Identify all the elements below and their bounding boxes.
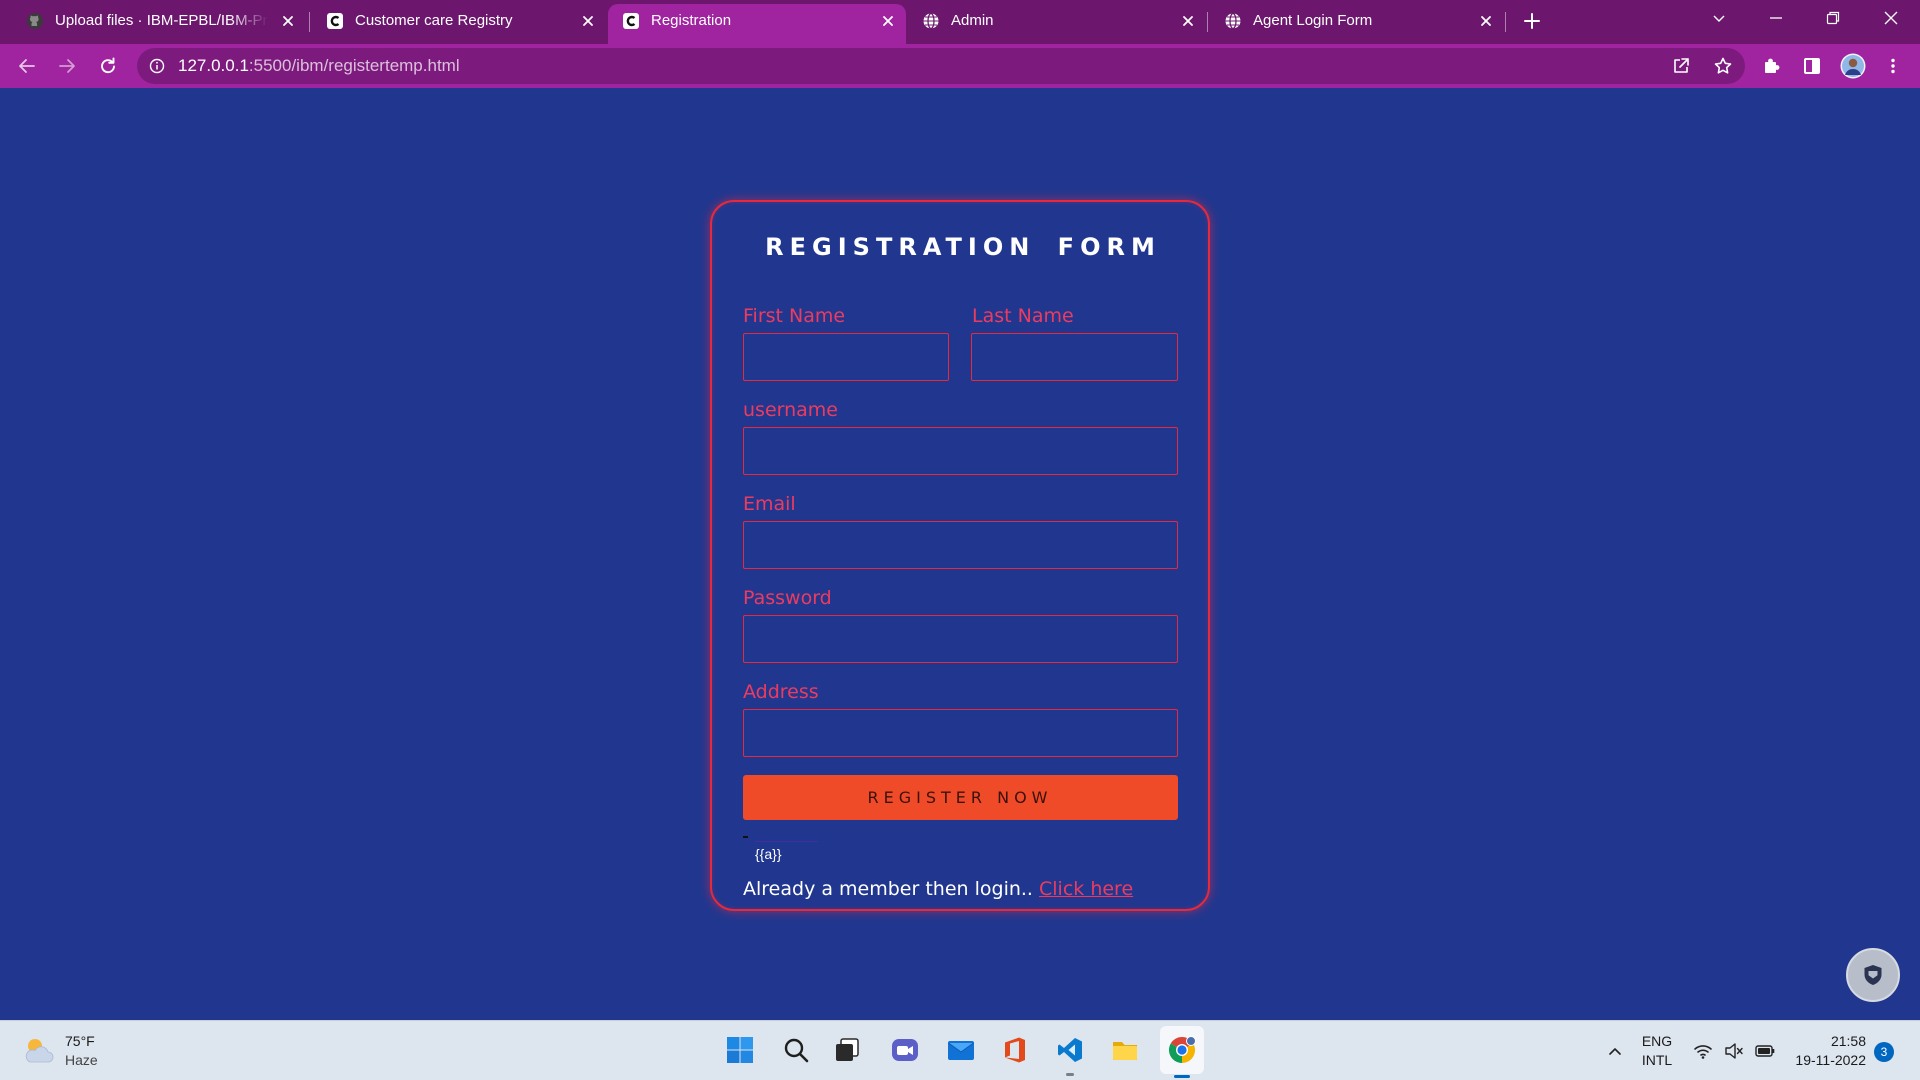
wifi-icon[interactable] [1693,1041,1713,1061]
profile-avatar[interactable] [1840,53,1866,79]
registration-card: REGISTRATION FORM First Name Last Name u… [710,200,1210,911]
email-label: Email [743,493,796,515]
url-text[interactable]: 127.0.0.1:5500/ibm/registertemp.html [178,48,460,84]
tab-separator [1505,12,1506,32]
bookmark-star-icon[interactable] [1713,56,1733,76]
restore-icon[interactable] [1826,11,1840,25]
share-icon[interactable] [1671,56,1691,76]
active-app-indicator [1174,1075,1190,1078]
new-tab-plus-icon[interactable] [1523,12,1541,30]
chevron-up-icon[interactable] [1607,1043,1623,1059]
close-window-icon[interactable] [1884,11,1898,25]
template-placeholder-text: {{a}} [755,846,782,862]
url-path: :5500/ibm/registertemp.html [248,56,460,75]
login-link[interactable]: Click here [1039,878,1133,900]
input-language[interactable]: ENG [1637,1032,1677,1050]
email-input[interactable] [743,521,1178,569]
first-name-input[interactable] [743,333,949,381]
form-title: REGISTRATION FORM [765,233,1161,261]
tab-title: Registration [651,12,732,29]
globe-icon [1225,12,1241,30]
login-prompt: Already a member then login.. Click here [743,876,1133,902]
chat-icon[interactable] [891,1036,919,1064]
search-icon[interactable] [782,1036,810,1064]
forward-arrow-icon[interactable] [57,56,77,76]
floating-shield-button[interactable] [1846,948,1900,1002]
notification-badge[interactable]: 3 [1874,1042,1894,1062]
tab-title: Agent Login Form [1253,12,1373,29]
close-tab-icon[interactable] [1478,13,1494,29]
clock-time[interactable]: 21:58 [1790,1032,1866,1050]
close-tab-icon[interactable] [880,13,896,29]
address-input[interactable] [743,709,1178,757]
tab-search-chevron-down-icon[interactable] [1712,11,1726,25]
tab-agent-login-form[interactable]: Agent Login Form [1210,4,1504,44]
weather-haze-icon[interactable] [22,1035,56,1065]
close-tab-icon[interactable] [580,13,596,29]
tab-title: Upload files · IBM-EPBL/IBM-Proj [55,12,268,29]
password-input[interactable] [743,615,1178,663]
browser-menu-icon[interactable] [1885,58,1901,74]
extensions-puzzle-icon[interactable] [1762,56,1782,76]
keyboard-layout[interactable]: INTL [1637,1051,1677,1069]
shield-icon [1864,965,1882,985]
reload-icon[interactable] [98,56,118,76]
github-icon [27,13,43,29]
vscode-icon[interactable] [1056,1036,1084,1064]
back-arrow-icon[interactable] [17,56,37,76]
weather-temperature[interactable]: 75°F [65,1032,95,1050]
close-tab-icon[interactable] [280,13,296,29]
browser-toolbar: 127.0.0.1:5500/ibm/registertemp.html [0,44,1920,88]
minimize-icon[interactable] [1769,11,1783,25]
side-panel-icon[interactable] [1802,56,1822,76]
site-info-icon[interactable] [149,58,165,74]
battery-icon[interactable] [1755,1041,1775,1061]
browser-tab-strip: Upload files · IBM-EPBL/IBM-Proj Custome… [0,0,1920,44]
speaker-muted-icon[interactable] [1724,1041,1744,1061]
close-tab-icon[interactable] [1180,13,1196,29]
windows-start-icon[interactable] [726,1036,754,1064]
tab-title: Customer care Registry [355,12,513,29]
address-bar[interactable]: 127.0.0.1:5500/ibm/registertemp.html [137,48,1745,84]
clock-date[interactable]: 19-11-2022 [1790,1051,1866,1069]
chrome-icon[interactable] [1168,1036,1196,1064]
tab-customer-care-registry[interactable]: Customer care Registry [312,4,606,44]
globe-icon [923,12,939,30]
mail-icon[interactable] [947,1036,975,1064]
office-icon[interactable] [1001,1036,1029,1064]
app-favicon-icon [623,13,639,29]
tab-upload-files[interactable]: Upload files · IBM-EPBL/IBM-Proj [12,4,306,44]
tab-separator [1207,12,1208,32]
username-label: username [743,399,838,421]
last-name-label: Last Name [972,305,1074,327]
address-label: Address [743,681,819,703]
url-host: 127.0.0.1 [178,56,249,75]
weather-condition[interactable]: Haze [65,1051,98,1069]
file-explorer-icon[interactable] [1111,1036,1139,1064]
register-now-button[interactable]: REGISTER NOW [743,775,1178,820]
password-label: Password [743,587,832,609]
app-running-indicator [1066,1073,1074,1076]
login-prompt-text: Already a member then login.. [743,878,1040,900]
tab-registration[interactable]: Registration [608,4,906,44]
tab-separator [309,12,310,32]
app-favicon-icon [327,13,343,29]
windows-taskbar: 75°F Haze ENG INTL 21:58 19-11-2022 3 [0,1020,1920,1080]
last-name-input[interactable] [971,333,1178,381]
list-dash [743,836,748,838]
task-view-icon[interactable] [833,1036,861,1064]
first-name-label: First Name [743,305,846,327]
username-input[interactable] [743,427,1178,475]
tab-title: Admin [951,12,994,29]
tab-admin[interactable]: Admin [908,4,1206,44]
hidden-link-underline[interactable] [755,841,818,842]
